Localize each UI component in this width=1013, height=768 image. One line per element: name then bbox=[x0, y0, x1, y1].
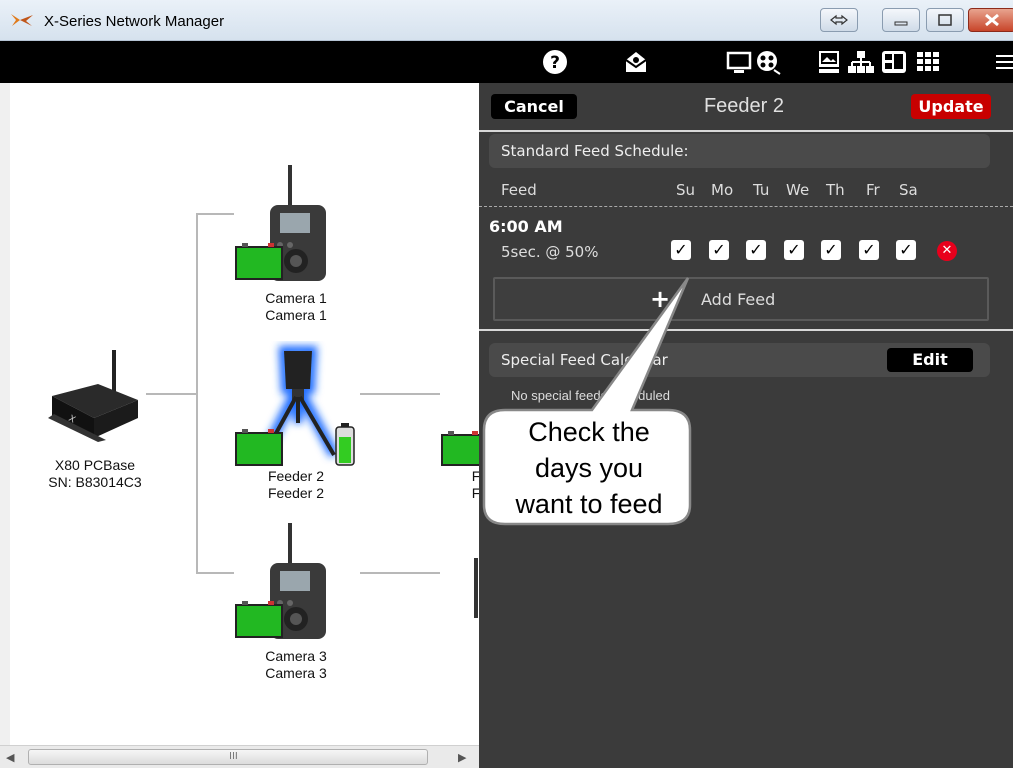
partial-device-label: FF bbox=[471, 468, 479, 501]
edit-button[interactable]: Edit bbox=[887, 348, 973, 372]
maximize-button[interactable] bbox=[926, 8, 964, 32]
cancel-button[interactable]: Cancel bbox=[491, 94, 577, 119]
mail-icon[interactable] bbox=[622, 48, 650, 76]
callout-text: Check the days you want to feed bbox=[515, 417, 663, 519]
app-logo-icon bbox=[11, 14, 33, 26]
swap-window-button[interactable] bbox=[820, 8, 858, 32]
day-header: Sa bbox=[899, 181, 918, 199]
window-title: X-Series Network Manager bbox=[44, 13, 225, 30]
base-station-device[interactable]: X bbox=[46, 348, 146, 443]
close-button[interactable] bbox=[968, 8, 1013, 32]
checkbox-saturday[interactable]: ✓ bbox=[896, 240, 916, 260]
network-icon[interactable] bbox=[847, 48, 875, 76]
checkbox-thursday[interactable]: ✓ bbox=[821, 240, 841, 260]
feeder2-label: Feeder 2 Feeder 2 bbox=[267, 468, 325, 501]
help-icon[interactable]: ? bbox=[541, 48, 569, 76]
image-icon[interactable] bbox=[815, 48, 843, 76]
network-canvas[interactable]: X X80 PCBase SN: B83014C3 Camera 1 Camera … bbox=[10, 83, 479, 745]
feed-column-header: Feed bbox=[501, 181, 537, 199]
camera3-label: Camera 3 Camera 3 bbox=[265, 648, 327, 681]
connection-line bbox=[196, 213, 234, 215]
feed-description[interactable]: 5sec. @ 50% bbox=[501, 243, 598, 261]
connection-line bbox=[360, 393, 440, 395]
feeder-device[interactable] bbox=[234, 341, 369, 469]
scroll-right-icon[interactable]: ▶ bbox=[458, 751, 466, 764]
day-header: Th bbox=[826, 181, 845, 199]
scrollbar-grip: III bbox=[229, 751, 238, 762]
camera-device[interactable] bbox=[234, 521, 334, 641]
menu-icon[interactable] bbox=[990, 48, 1013, 76]
dashed-divider bbox=[479, 206, 1013, 207]
panel-title: Feeder 2 bbox=[703, 95, 785, 117]
connection-line bbox=[360, 572, 440, 574]
no-special-feeds-text: No special feeds scheduled bbox=[511, 388, 670, 403]
day-header: We bbox=[786, 181, 810, 199]
partial-device-edge bbox=[474, 558, 478, 618]
checkbox-tuesday[interactable]: ✓ bbox=[746, 240, 766, 260]
svg-text:?: ? bbox=[550, 53, 560, 73]
day-header: Tu bbox=[753, 181, 770, 199]
feed-time[interactable]: 6:00 AM bbox=[489, 217, 563, 236]
layout-icon[interactable] bbox=[880, 48, 908, 76]
add-feed-button[interactable]: + Add Feed bbox=[493, 277, 989, 321]
checkbox-friday[interactable]: ✓ bbox=[859, 240, 879, 260]
standard-schedule-header: Standard Feed Schedule: bbox=[489, 134, 990, 168]
camera-device[interactable] bbox=[234, 163, 334, 283]
base-station-label: X80 PCBase SN: B83014C3 bbox=[48, 457, 142, 490]
plus-icon: + bbox=[650, 285, 671, 313]
day-header: Su bbox=[676, 181, 696, 199]
scroll-left-icon[interactable]: ◀ bbox=[6, 751, 14, 764]
checkbox-monday[interactable]: ✓ bbox=[709, 240, 729, 260]
checkbox-wednesday[interactable]: ✓ bbox=[784, 240, 804, 260]
battery-icon bbox=[441, 431, 479, 466]
connection-line bbox=[196, 572, 234, 574]
minimize-button[interactable] bbox=[882, 8, 920, 32]
divider bbox=[479, 329, 1013, 331]
toolbar: ? bbox=[0, 41, 1013, 83]
day-header: Mo bbox=[711, 181, 734, 199]
scrollbar-thumb[interactable]: III bbox=[28, 749, 428, 765]
connection-line bbox=[196, 213, 198, 573]
horizontal-scrollbar[interactable]: ◀ III ▶ bbox=[0, 745, 479, 768]
camera1-label: Camera 1 Camera 1 bbox=[265, 290, 327, 323]
grid-icon[interactable] bbox=[914, 48, 942, 76]
film-reel-icon[interactable] bbox=[754, 48, 782, 76]
day-header: Fr bbox=[866, 181, 880, 199]
special-calendar-header: Special Feed Calendar Edit bbox=[489, 343, 990, 377]
update-button[interactable]: Update bbox=[911, 94, 991, 119]
monitor-icon[interactable] bbox=[725, 48, 753, 76]
connection-line bbox=[146, 393, 196, 395]
delete-feed-icon[interactable]: ✕ bbox=[937, 241, 957, 261]
divider bbox=[479, 130, 1013, 132]
left-edge bbox=[0, 83, 10, 768]
title-bar: X-Series Network Manager bbox=[0, 0, 1013, 41]
checkbox-sunday[interactable]: ✓ bbox=[671, 240, 691, 260]
